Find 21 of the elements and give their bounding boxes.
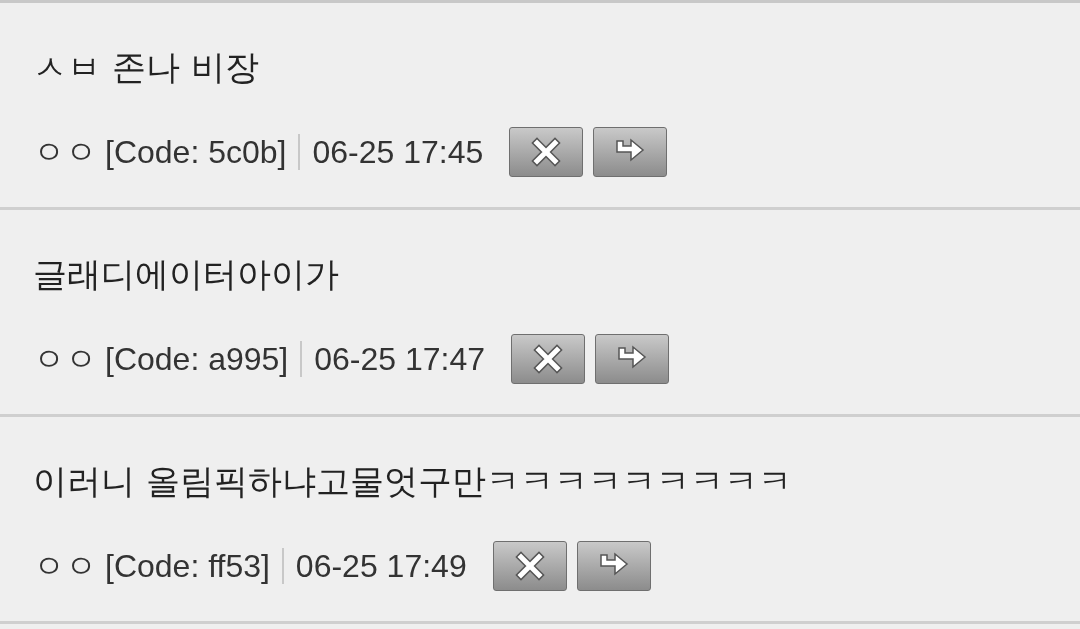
close-icon (514, 551, 545, 581)
user-code: [Code: ff53] (105, 547, 270, 586)
reply-button[interactable] (576, 541, 651, 591)
user-code: [Code: 5c0b] (105, 133, 287, 172)
author-name: ㅇㅇ (33, 133, 97, 172)
timestamp: 06-25 17:49 (295, 547, 467, 586)
close-icon (531, 137, 562, 167)
user-code: [Code: a995] (105, 340, 289, 379)
comment-text: ㅅㅂ 존나 비장 (33, 46, 260, 89)
comment-text: 이러니 올림픽하냐고물엇구만ㅋㅋㅋㅋㅋㅋㅋㅋㅋ (33, 460, 793, 503)
delete-button[interactable] (492, 541, 567, 591)
reply-button[interactable] (593, 127, 668, 177)
timestamp: 06-25 17:47 (314, 340, 486, 379)
author-name: ㅇㅇ (33, 340, 97, 379)
author-name: ㅇㅇ (33, 547, 97, 586)
delete-button[interactable] (511, 334, 586, 384)
delete-button[interactable] (509, 127, 584, 177)
comment-text: 글래디에이터아이가 (33, 253, 340, 296)
timestamp: 06-25 17:45 (312, 133, 484, 172)
close-icon (533, 344, 564, 374)
reply-button[interactable] (595, 334, 670, 384)
